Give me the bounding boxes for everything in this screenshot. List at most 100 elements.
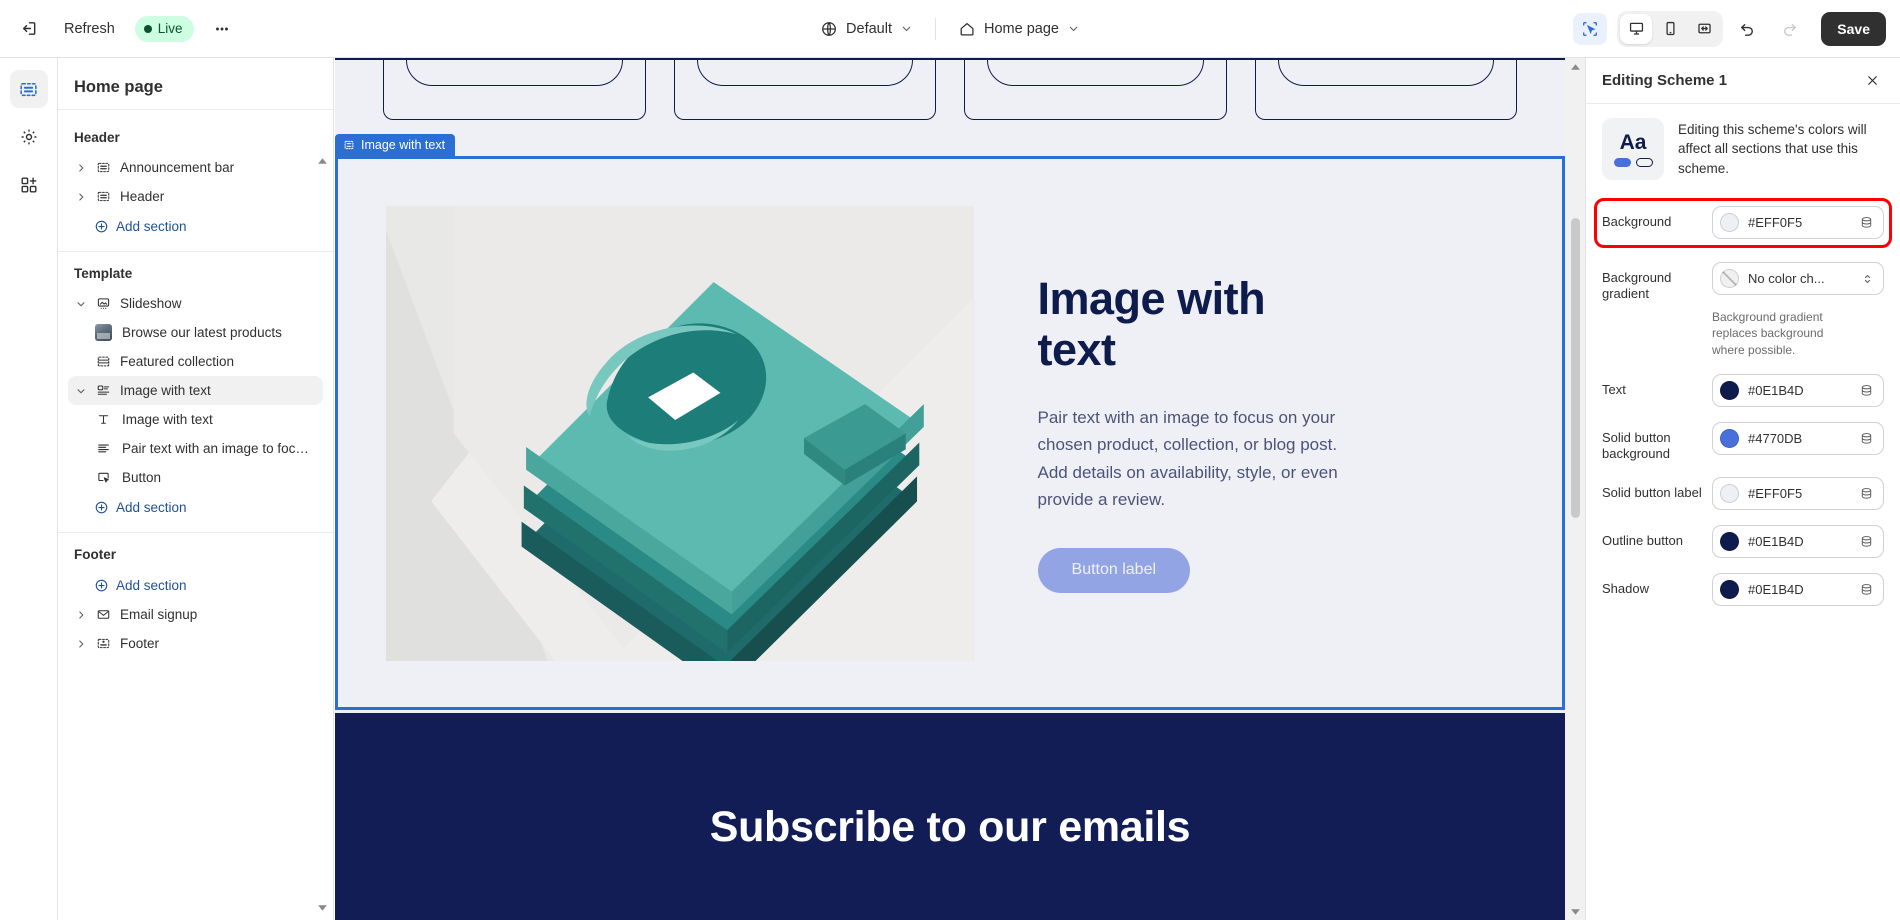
image-with-text-section[interactable]: Image with text Pair text with an image … <box>335 156 1565 710</box>
sidebar-scroll-area[interactable]: Header Announcement bar Header Add secti… <box>58 110 333 920</box>
sidebar-group-label: Template <box>74 266 133 281</box>
image-thumbnail <box>92 323 114 343</box>
sidebar-item-email-signup[interactable]: Email signup <box>68 600 323 629</box>
ellipsis-icon[interactable] <box>204 11 240 47</box>
sidebar-item-label: Browse our latest products <box>122 325 282 340</box>
scheme-color-fields: Background #EFF0F5 Background gradient N… <box>1594 198 1892 607</box>
sidebar-group-label: Footer <box>74 547 116 562</box>
add-to-cart-button[interactable]: Add to cart <box>406 58 623 86</box>
sidebar-item-label: Announcement bar <box>120 160 235 175</box>
section-image[interactable] <box>386 205 974 661</box>
product-card[interactable]: Add to cart <box>383 58 646 120</box>
canvas-scroll-up-arrow[interactable] <box>1568 60 1582 74</box>
add-section-button-footer[interactable]: Add section <box>68 570 323 600</box>
sidebar-item-slideshow[interactable]: Slideshow <box>68 289 323 318</box>
locale-label: Default <box>846 20 892 37</box>
text-color-input[interactable]: #0E1B4D <box>1712 374 1884 408</box>
color-library-icon[interactable] <box>1859 534 1874 549</box>
mobile-view-button[interactable] <box>1654 14 1686 44</box>
sidebar-item-label: Image with text <box>122 412 213 427</box>
add-to-cart-button[interactable]: Add to cart <box>696 58 913 86</box>
panel-header: Editing Scheme 1 <box>1586 58 1900 104</box>
sidebar-item-label: Featured collection <box>120 354 235 369</box>
field-background-gradient: Background gradient No color ch... <box>1602 262 1884 303</box>
chevron-right-icon[interactable] <box>70 157 92 179</box>
sidebar-group-template: Template Slideshow Browse our latest pro… <box>58 252 333 533</box>
storefront-preview[interactable]: Add to cart Add to cart Add to cart Add … <box>335 58 1565 920</box>
globe-icon <box>820 20 838 38</box>
fullscreen-view-button[interactable] <box>1688 14 1720 44</box>
add-section-label: Add section <box>116 218 187 234</box>
section-icon <box>343 139 355 151</box>
color-library-icon[interactable] <box>1859 383 1874 398</box>
redo-icon <box>1771 11 1807 47</box>
exit-icon[interactable] <box>10 11 46 47</box>
sidebar-block-paragraph[interactable]: Pair text with an image to focus ... <box>68 434 323 463</box>
field-outline-button: Outline button #0E1B4D <box>1602 524 1884 559</box>
field-label: Text <box>1602 382 1626 398</box>
chevron-down-icon[interactable] <box>70 293 92 315</box>
sidebar-item-browse-latest-products[interactable]: Browse our latest products <box>68 318 323 347</box>
section-text-block: Image with text Pair text with an image … <box>974 273 1562 593</box>
color-value: #0E1B4D <box>1748 581 1804 597</box>
scheme-preview-swatch[interactable]: Aa <box>1602 118 1664 180</box>
color-library-icon[interactable] <box>1859 582 1874 597</box>
undo-icon[interactable] <box>1729 11 1765 47</box>
shadow-color-input[interactable]: #0E1B4D <box>1712 572 1884 606</box>
sidebar-item-announcement-bar[interactable]: Announcement bar <box>68 153 323 182</box>
gradient-value: No color ch... <box>1748 271 1825 286</box>
save-button[interactable]: Save <box>1821 11 1886 46</box>
sidebar-item-image-with-text[interactable]: Image with text <box>68 376 323 405</box>
scheme-preview-label: Aa <box>1619 130 1647 154</box>
desktop-view-button[interactable] <box>1620 13 1653 44</box>
product-card[interactable]: Add to cart <box>1254 58 1517 120</box>
section-selected-badge[interactable]: Image with text <box>335 134 456 156</box>
close-icon[interactable] <box>1858 67 1886 95</box>
solid-button-background-input[interactable]: #4770DB <box>1712 422 1884 456</box>
canvas-scrollbar-thumb[interactable] <box>1571 218 1580 518</box>
field-text: Text #0E1B4D <box>1602 374 1884 408</box>
color-library-icon[interactable] <box>1859 431 1874 446</box>
email-signup-section[interactable]: Subscribe to our emails <box>335 713 1565 920</box>
chevron-updown-icon[interactable] <box>1861 272 1874 286</box>
rail-apps[interactable] <box>10 166 48 204</box>
color-swatch <box>1720 381 1739 401</box>
sidebar-block-image-with-text[interactable]: Image with text <box>68 405 323 434</box>
sidebar-block-button[interactable]: Button <box>68 463 323 492</box>
add-section-button-header[interactable]: Add section <box>68 211 323 241</box>
status-badge-live[interactable]: Live <box>134 15 194 42</box>
sidebar-item-label: Header <box>120 189 165 204</box>
section-cta-button[interactable]: Button label <box>1037 547 1191 593</box>
select-tool-icon[interactable] <box>1573 12 1608 45</box>
locale-selector[interactable]: Default <box>810 12 923 46</box>
sidebar-item-label: Pair text with an image to focus ... <box>122 441 315 456</box>
sidebar-scroll-down-arrow[interactable] <box>315 900 329 914</box>
add-to-cart-button[interactable]: Add to cart <box>1277 58 1494 86</box>
product-card[interactable]: Add to cart <box>673 58 936 120</box>
refresh-button[interactable]: Refresh <box>54 13 125 45</box>
page-selector[interactable]: Home page <box>948 12 1090 46</box>
field-label: Solid button background <box>1602 430 1671 462</box>
canvas-scroll-down-arrow[interactable] <box>1568 904 1582 918</box>
plus-circle-icon <box>94 219 109 234</box>
chevron-right-icon[interactable] <box>70 186 92 208</box>
chevron-down-icon[interactable] <box>70 380 92 402</box>
rail-sections[interactable] <box>9 70 48 108</box>
chevron-right-icon[interactable] <box>70 633 92 655</box>
rail-settings[interactable] <box>10 118 48 156</box>
add-section-button-template[interactable]: Add section <box>68 492 323 522</box>
product-card[interactable]: Add to cart <box>964 58 1227 120</box>
sidebar-item-featured-collection[interactable]: Featured collection <box>68 347 323 376</box>
add-to-cart-button[interactable]: Add to cart <box>987 58 1204 86</box>
solid-button-label-input[interactable]: #EFF0F5 <box>1712 476 1884 510</box>
sidebar-item-footer[interactable]: Footer <box>68 629 323 658</box>
sidebar-item-label: Button <box>122 470 162 485</box>
chevron-right-icon[interactable] <box>70 604 92 626</box>
background-color-input[interactable]: #EFF0F5 <box>1712 206 1884 239</box>
sidebar-item-header[interactable]: Header <box>68 182 323 211</box>
color-library-icon[interactable] <box>1859 486 1874 501</box>
outline-button-input[interactable]: #0E1B4D <box>1712 524 1884 558</box>
chevron-down-icon <box>1067 22 1080 35</box>
color-library-icon[interactable] <box>1859 215 1874 230</box>
background-gradient-select[interactable]: No color ch... <box>1712 262 1884 295</box>
